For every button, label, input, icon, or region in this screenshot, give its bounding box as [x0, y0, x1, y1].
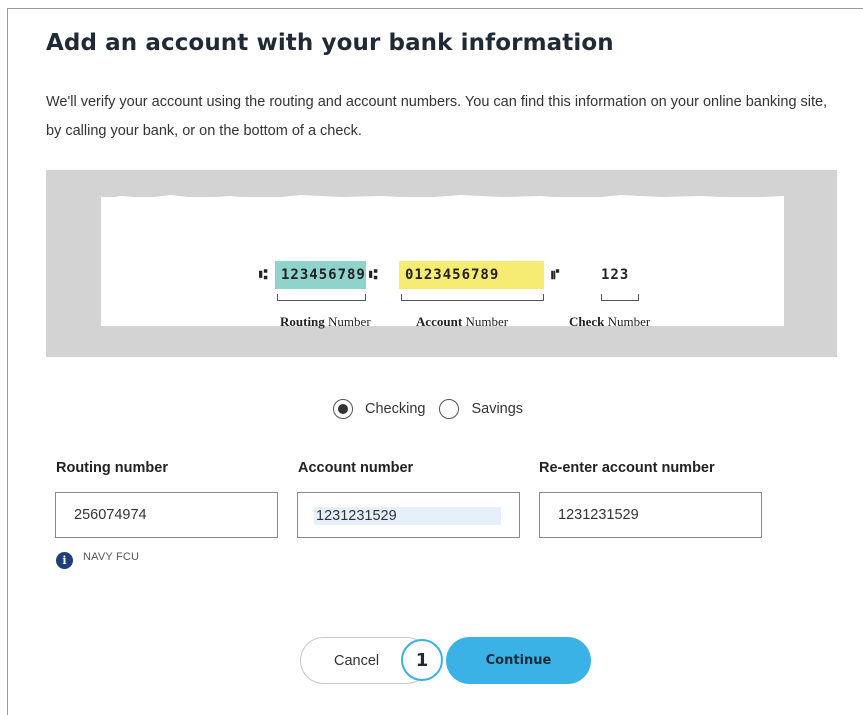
micr-account: 0123456789	[405, 267, 500, 283]
continue-button[interactable]: Continue	[446, 637, 591, 684]
micr-routing: 123456789	[281, 267, 366, 283]
routing-number-field[interactable]	[55, 492, 278, 538]
account-number-label: Account number	[298, 460, 414, 476]
savings-radio[interactable]	[439, 399, 460, 419]
account-type-radio-group: Checking Savings	[333, 397, 537, 421]
check-illustration: ⑆ 123456789 ⑆ 0123456789 ⑈ 123 Routing N…	[46, 170, 837, 357]
routing-number-label: Routing number	[56, 460, 168, 476]
check-bracket	[601, 294, 639, 301]
bank-name: NAVY FCU	[83, 550, 140, 563]
micr-symbol: ⑈	[551, 267, 561, 283]
reenter-account-number-label: Re-enter account number	[539, 460, 715, 476]
account-number-input[interactable]	[314, 507, 501, 525]
routing-bracket	[277, 294, 366, 301]
torn-edge	[101, 195, 784, 201]
bank-hint: i NAVY FCU	[56, 544, 139, 569]
routing-number-input[interactable]	[74, 507, 254, 523]
micr-check: 123	[601, 267, 630, 283]
account-number-field[interactable]	[297, 492, 520, 538]
check-number-caption: Check Number	[569, 314, 651, 329]
micr-symbol: ⑆	[369, 267, 379, 283]
check-paper: ⑆ 123456789 ⑆ 0123456789 ⑈ 123 Routing N…	[101, 195, 784, 329]
account-bracket	[401, 294, 544, 301]
routing-number-caption: Routing Number	[280, 314, 371, 329]
account-number-caption: Account Number	[416, 314, 509, 329]
checking-radio[interactable]	[333, 399, 353, 419]
checking-option[interactable]: Checking	[333, 399, 425, 419]
micr-symbol: ⑆	[259, 267, 269, 283]
info-icon: i	[56, 552, 73, 569]
savings-option[interactable]: Savings	[439, 399, 523, 419]
savings-label[interactable]: Savings	[471, 401, 523, 417]
step-badge: 1	[401, 639, 443, 681]
reenter-account-number-input[interactable]	[558, 507, 738, 523]
page-description: We'll verify your account using the rout…	[46, 94, 828, 139]
reenter-account-number-field[interactable]	[539, 492, 762, 538]
page-title: Add an account with your bank informatio…	[46, 30, 614, 56]
checking-label[interactable]: Checking	[365, 401, 425, 417]
